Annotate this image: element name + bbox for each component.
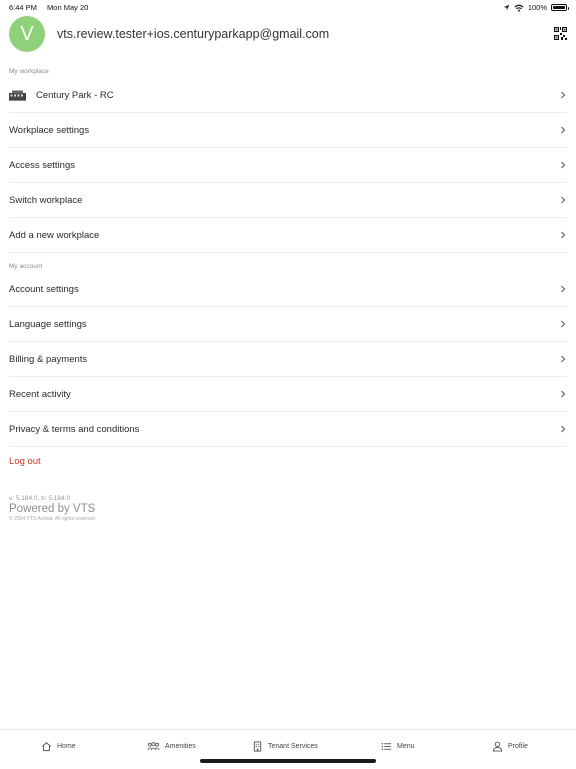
chevron-right-icon bbox=[561, 390, 566, 398]
add-workplace-item[interactable]: Add a new workplace bbox=[9, 218, 567, 253]
chevron-right-icon bbox=[561, 91, 566, 99]
battery-icon bbox=[551, 4, 569, 11]
billing-payments-label: Billing & payments bbox=[9, 353, 88, 365]
chevron-right-icon bbox=[561, 355, 566, 363]
user-email: vts.review.tester+ios.centuryparkapp@gma… bbox=[57, 27, 330, 41]
logout-button[interactable]: Log out bbox=[9, 456, 41, 467]
location-icon bbox=[503, 4, 510, 11]
tab-tenant-services[interactable]: Tenant Services bbox=[252, 741, 318, 752]
tab-menu[interactable]: Menu bbox=[381, 741, 415, 752]
language-settings-label: Language settings bbox=[9, 318, 87, 330]
list-icon bbox=[381, 743, 392, 750]
current-workplace-name: Century Park - RC bbox=[36, 89, 114, 101]
bottom-tab-bar: Home Amenities Tenant Services Menu Prof… bbox=[0, 729, 576, 769]
status-time: 6:44 PM bbox=[9, 3, 37, 12]
avatar[interactable]: V bbox=[9, 16, 45, 52]
home-indicator bbox=[200, 759, 376, 763]
chevron-right-icon bbox=[561, 320, 566, 328]
profile-header: V vts.review.tester+ios.centuryparkapp@g… bbox=[9, 16, 567, 52]
tab-profile-label: Profile bbox=[508, 743, 528, 750]
tab-home[interactable]: Home bbox=[41, 741, 76, 752]
home-icon bbox=[42, 742, 51, 752]
tab-menu-label: Menu bbox=[397, 743, 415, 750]
workplace-settings-item[interactable]: Workplace settings bbox=[9, 113, 567, 148]
account-settings-item[interactable]: Account settings bbox=[9, 272, 567, 307]
switch-workplace-item[interactable]: Switch workplace bbox=[9, 183, 567, 218]
person-icon bbox=[492, 741, 503, 752]
wifi-icon bbox=[514, 4, 524, 11]
status-date: Mon May 20 bbox=[47, 3, 89, 12]
chevron-right-icon bbox=[561, 161, 566, 169]
tab-profile[interactable]: Profile bbox=[492, 741, 528, 752]
chevron-right-icon bbox=[561, 126, 566, 134]
chevron-right-icon bbox=[561, 196, 566, 204]
privacy-terms-label: Privacy & terms and conditions bbox=[9, 423, 140, 435]
chevron-right-icon bbox=[561, 285, 566, 293]
privacy-terms-item[interactable]: Privacy & terms and conditions bbox=[9, 412, 567, 447]
section-label-account: My account bbox=[9, 263, 43, 270]
recent-activity-item[interactable]: Recent activity bbox=[9, 377, 567, 412]
add-workplace-label: Add a new workplace bbox=[9, 229, 100, 241]
recent-activity-label: Recent activity bbox=[9, 388, 71, 400]
people-icon bbox=[147, 742, 160, 751]
billing-payments-item[interactable]: Billing & payments bbox=[9, 342, 567, 377]
access-settings-label: Access settings bbox=[9, 159, 75, 171]
section-label-workplace: My workplace bbox=[9, 68, 49, 75]
qr-code-icon[interactable] bbox=[554, 27, 567, 40]
account-settings-label: Account settings bbox=[9, 283, 79, 295]
chevron-right-icon bbox=[561, 231, 566, 239]
access-settings-item[interactable]: Access settings bbox=[9, 148, 567, 183]
battery-percent: 100% bbox=[527, 3, 547, 12]
account-list: Account settings Language settings Billi… bbox=[9, 272, 567, 447]
status-bar: 6:44 PM Mon May 20 100% bbox=[0, 0, 576, 14]
tab-tenant-services-label: Tenant Services bbox=[268, 743, 318, 750]
tab-amenities[interactable]: Amenities bbox=[147, 741, 196, 752]
chevron-right-icon bbox=[561, 425, 566, 433]
powered-by-text: Powered by VTS bbox=[9, 503, 96, 515]
workplace-list: Century Park - RC Workplace settings Acc… bbox=[9, 78, 567, 253]
workplace-settings-label: Workplace settings bbox=[9, 124, 90, 136]
copyright-text: © 2024 VTS Activat. All rights reserved bbox=[9, 516, 95, 522]
building-icon bbox=[253, 741, 262, 752]
language-settings-item[interactable]: Language settings bbox=[9, 307, 567, 342]
workplace-building-icon bbox=[9, 90, 26, 101]
version-text: v: 5.184.0, b: 5.184.0 bbox=[9, 495, 71, 502]
app-footer: v: 5.184.0, b: 5.184.0 Powered by VTS © … bbox=[9, 495, 95, 522]
tab-amenities-label: Amenities bbox=[165, 743, 196, 750]
current-workplace[interactable]: Century Park - RC bbox=[9, 78, 567, 113]
tab-home-label: Home bbox=[57, 743, 76, 750]
switch-workplace-label: Switch workplace bbox=[9, 194, 83, 206]
